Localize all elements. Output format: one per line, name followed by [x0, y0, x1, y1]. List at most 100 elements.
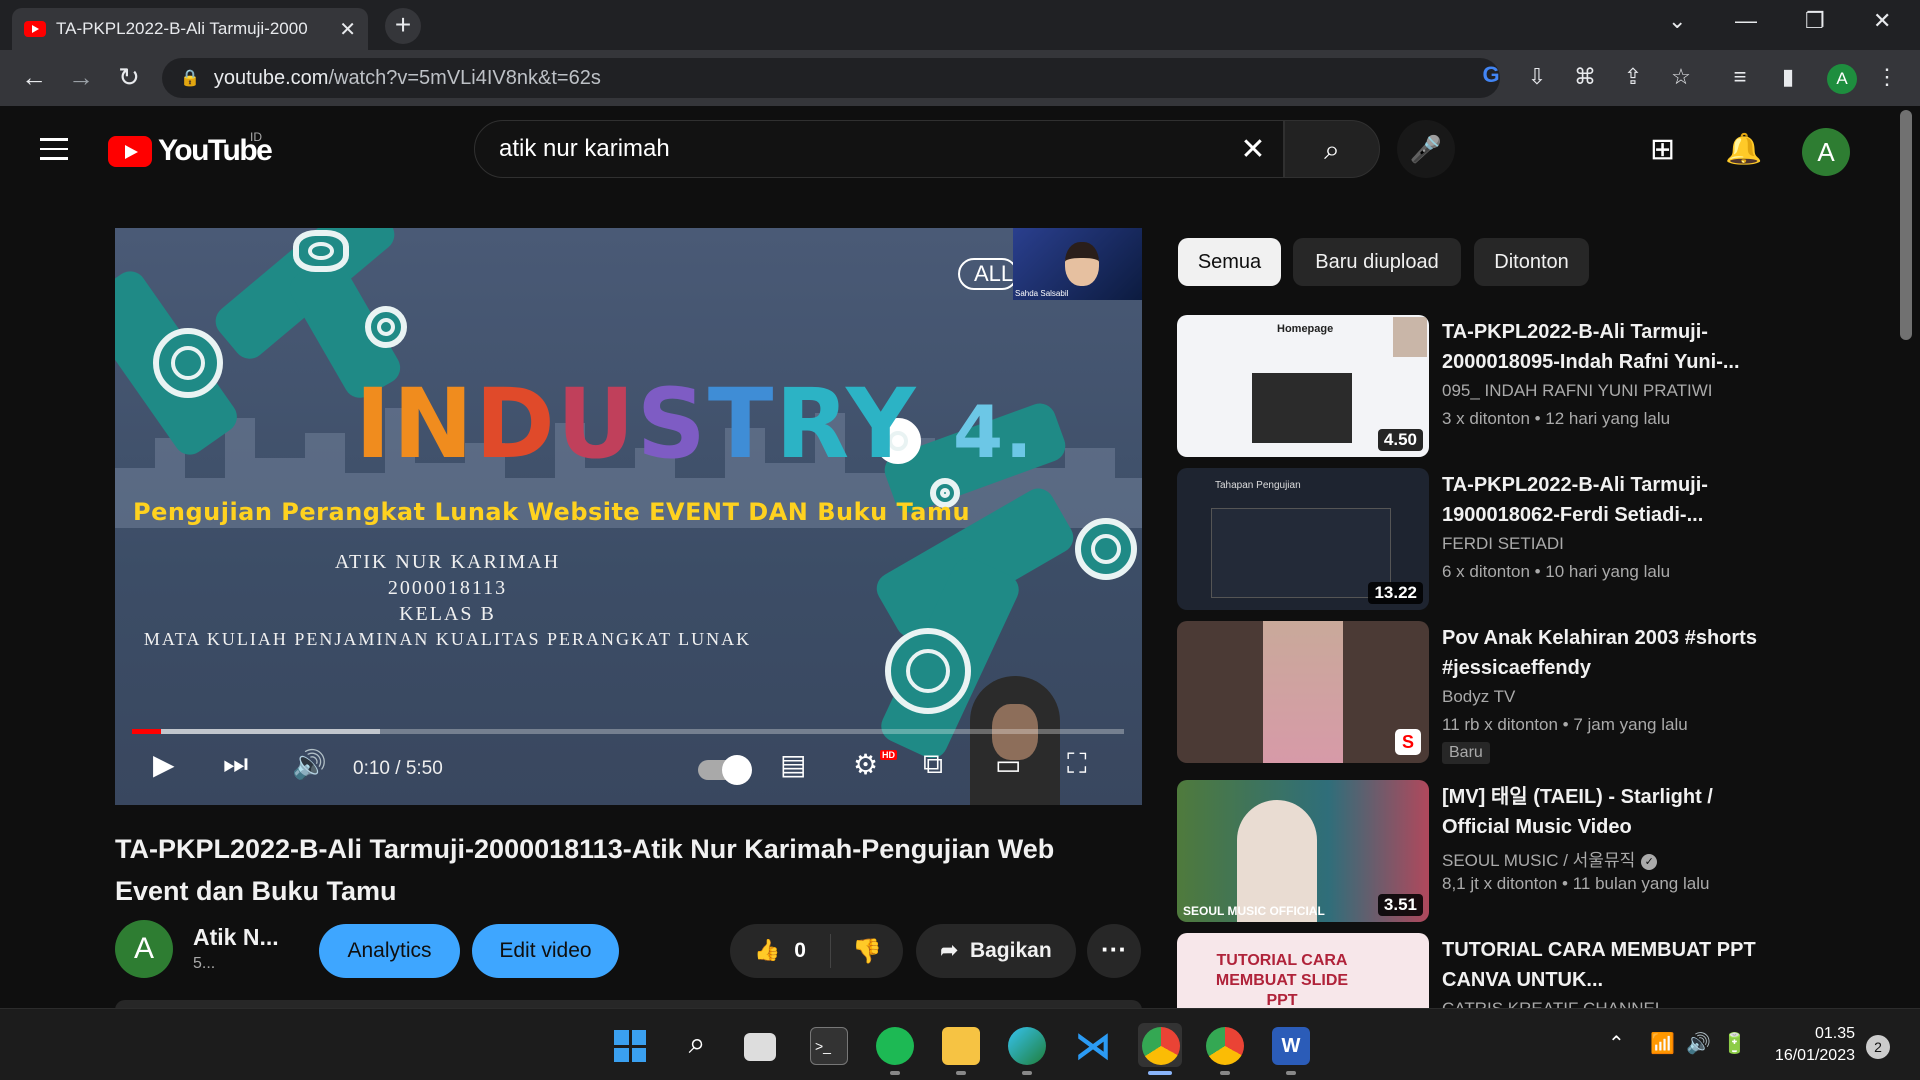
recommendation-meta: 8,1 jt x ditonton • 11 bulan yang lalu: [1442, 874, 1710, 893]
terminal-icon[interactable]: >_: [810, 1027, 848, 1065]
file-explorer-icon[interactable]: [942, 1027, 980, 1065]
windows-start-icon[interactable]: [611, 1027, 649, 1065]
back-arrow-icon[interactable]: ←: [18, 62, 50, 93]
share-button[interactable]: ➦ Bagikan: [916, 924, 1076, 978]
browser-tab[interactable]: TA-PKPL2022-B-Ali Tarmuji-2000 ✕: [12, 8, 368, 50]
volume-icon[interactable]: 🔊: [1686, 1031, 1711, 1056]
channel-name[interactable]: Atik N...: [193, 924, 279, 951]
media-control-icon[interactable]: ≡: [1725, 64, 1755, 90]
side-panel-icon[interactable]: ▮: [1773, 64, 1803, 90]
clock-time: 01.35: [1814, 1025, 1855, 1042]
lock-icon[interactable]: 🔒: [180, 68, 200, 88]
minimize-button[interactable]: —: [1735, 8, 1757, 34]
edge-browser-icon[interactable]: [1008, 1027, 1046, 1065]
recommendation-channel[interactable]: Bodyz TV: [1442, 687, 1515, 707]
new-tab-button[interactable]: +: [385, 8, 421, 44]
google-lens-icon[interactable]: G: [1476, 62, 1506, 88]
restore-button[interactable]: ❐: [1805, 8, 1825, 34]
video-thumbnail[interactable]: TUTORIAL CARA MEMBUAT SLIDE PPT: [1177, 933, 1429, 1008]
like-button[interactable]: 👍 0: [730, 934, 831, 968]
next-video-icon[interactable]: ⏭: [223, 748, 248, 781]
verified-check-icon: ✓: [1641, 853, 1658, 870]
chrome-menu-icon[interactable]: ⋮: [1872, 64, 1902, 90]
voice-search-button[interactable]: 🎤: [1397, 120, 1455, 178]
subtitles-icon[interactable]: ▤: [780, 748, 806, 781]
battery-icon[interactable]: 🔋: [1722, 1031, 1747, 1056]
install-app-icon[interactable]: ⇩: [1522, 64, 1552, 90]
progress-bar[interactable]: [132, 729, 1124, 734]
theater-mode-icon[interactable]: ▭: [995, 748, 1021, 781]
recommendation-title[interactable]: TA-PKPL2022-B-Ali Tarmuji-1900018062-Fer…: [1442, 470, 1762, 530]
chip-watched[interactable]: Ditonton: [1474, 238, 1589, 286]
search-icon[interactable]: ⌕: [678, 1027, 716, 1065]
show-hidden-icons-chevron-icon[interactable]: ⌃: [1608, 1031, 1625, 1056]
spotify-icon[interactable]: [876, 1027, 914, 1065]
dislike-button[interactable]: 👎: [831, 937, 903, 966]
recommendation-channel[interactable]: FERDI SETIADI: [1442, 534, 1564, 554]
clock-date: 16/01/2023: [1774, 1047, 1855, 1064]
recommendation-item[interactable]: Homepage 4.50 TA-PKPL2022-B-Ali Tarmuji-…: [1177, 315, 1877, 457]
address-bar[interactable]: 🔒 youtube.com/watch?v=5mVLi4IV8nk&t=62s: [162, 58, 1500, 98]
tab-search-icon[interactable]: ⌄: [1668, 8, 1686, 34]
notification-count-badge[interactable]: 2: [1866, 1035, 1890, 1059]
translate-icon[interactable]: ⌘: [1570, 64, 1600, 90]
settings-gear-icon[interactable]: ⚙: [853, 748, 878, 781]
search-input[interactable]: atik nur karimah: [499, 135, 1223, 163]
recommendation-channel[interactable]: 095_ INDAH RAFNI YUNI PRATIWI: [1442, 381, 1712, 401]
youtube-logo[interactable]: YouTube ID: [108, 130, 273, 168]
analytics-button[interactable]: Analytics: [319, 924, 460, 978]
recommendation-title[interactable]: TUTORIAL CARA MEMBUAT PPT CANVA UNTUK...: [1442, 935, 1762, 995]
wifi-icon[interactable]: 📶: [1650, 1031, 1675, 1056]
autoplay-toggle[interactable]: [698, 755, 752, 785]
recommendation-channel[interactable]: SEOUL MUSIC / 서울뮤직 ✓: [1442, 846, 1658, 871]
task-view-icon[interactable]: [744, 1033, 776, 1061]
chrome-profile-a-icon[interactable]: [1142, 1027, 1180, 1065]
slide-subtitle: Pengujian Perangkat Lunak Website EVENT …: [133, 498, 971, 526]
system-clock[interactable]: 01.35 16/01/2023: [1755, 1023, 1855, 1067]
recommendation-item[interactable]: SEOUL MUSIC OFFICIAL 3.51 [MV] 태일 (TAEIL…: [1177, 780, 1877, 922]
create-video-icon[interactable]: ⊞: [1650, 132, 1675, 167]
video-thumbnail[interactable]: S: [1177, 621, 1429, 763]
fullscreen-icon[interactable]: ⛶: [1067, 748, 1087, 781]
page-scrollbar[interactable]: [1900, 110, 1912, 340]
notifications-bell-icon[interactable]: 🔔: [1725, 132, 1762, 167]
search-box[interactable]: atik nur karimah ✕: [474, 120, 1284, 178]
recommendation-title[interactable]: TA-PKPL2022-B-Ali Tarmuji-2000018095-Ind…: [1442, 317, 1762, 377]
chrome-profile-avatar[interactable]: A: [1827, 64, 1857, 94]
play-icon[interactable]: ▶: [153, 748, 175, 781]
account-avatar[interactable]: A: [1802, 128, 1850, 176]
recommendation-item[interactable]: TUTORIAL CARA MEMBUAT SLIDE PPT TUTORIAL…: [1177, 933, 1877, 1008]
share-icon[interactable]: ⇪: [1618, 64, 1648, 90]
chip-recently-uploaded[interactable]: Baru diupload: [1293, 238, 1461, 286]
volume-icon[interactable]: 🔊: [292, 748, 327, 781]
edit-video-button[interactable]: Edit video: [472, 924, 619, 978]
hamburger-menu-icon[interactable]: [40, 138, 68, 160]
vscode-icon[interactable]: ⋊: [1074, 1027, 1112, 1065]
video-thumbnail[interactable]: Tahapan Pengujian 13.22: [1177, 468, 1429, 610]
close-window-button[interactable]: ✕: [1873, 8, 1891, 34]
more-actions-button[interactable]: ···: [1087, 924, 1141, 978]
clear-search-icon[interactable]: ✕: [1223, 132, 1283, 167]
video-player[interactable]: INDUSTRY 4. Pengujian Perangkat Lunak We…: [115, 228, 1142, 805]
recommendation-item[interactable]: S Pov Anak Kelahiran 2003 #shorts #jessi…: [1177, 621, 1877, 764]
recommendation-title[interactable]: [MV] 태일 (TAEIL) - Starlight / Official M…: [1442, 782, 1762, 842]
forward-arrow-icon[interactable]: →: [65, 62, 97, 93]
url-text[interactable]: youtube.com/watch?v=5mVLi4IV8nk&t=62s: [214, 67, 601, 90]
recommendation-channel[interactable]: CATRIS KREATIF CHANNEL: [1442, 999, 1664, 1008]
reload-icon[interactable]: ↻: [113, 62, 145, 93]
recommendation-title[interactable]: Pov Anak Kelahiran 2003 #shorts #jessica…: [1442, 623, 1762, 683]
miniplayer-icon[interactable]: ⧉: [923, 748, 943, 781]
bookmark-star-icon[interactable]: ☆: [1666, 64, 1696, 90]
active-indicator: [1148, 1071, 1172, 1075]
close-tab-icon[interactable]: ✕: [339, 17, 356, 42]
chrome-profile-b-icon[interactable]: [1206, 1027, 1244, 1065]
recommendation-item[interactable]: Tahapan Pengujian 13.22 TA-PKPL2022-B-Al…: [1177, 468, 1877, 610]
chip-all[interactable]: Semua: [1178, 238, 1281, 286]
video-thumbnail[interactable]: SEOUL MUSIC OFFICIAL 3.51: [1177, 780, 1429, 922]
search-button[interactable]: ⌕: [1284, 120, 1380, 178]
word-icon[interactable]: W: [1272, 1027, 1310, 1065]
channel-avatar[interactable]: A: [115, 920, 173, 978]
video-thumbnail[interactable]: Homepage 4.50: [1177, 315, 1429, 457]
search-icon: ⌕: [1324, 134, 1340, 165]
running-indicator: [1286, 1071, 1296, 1075]
